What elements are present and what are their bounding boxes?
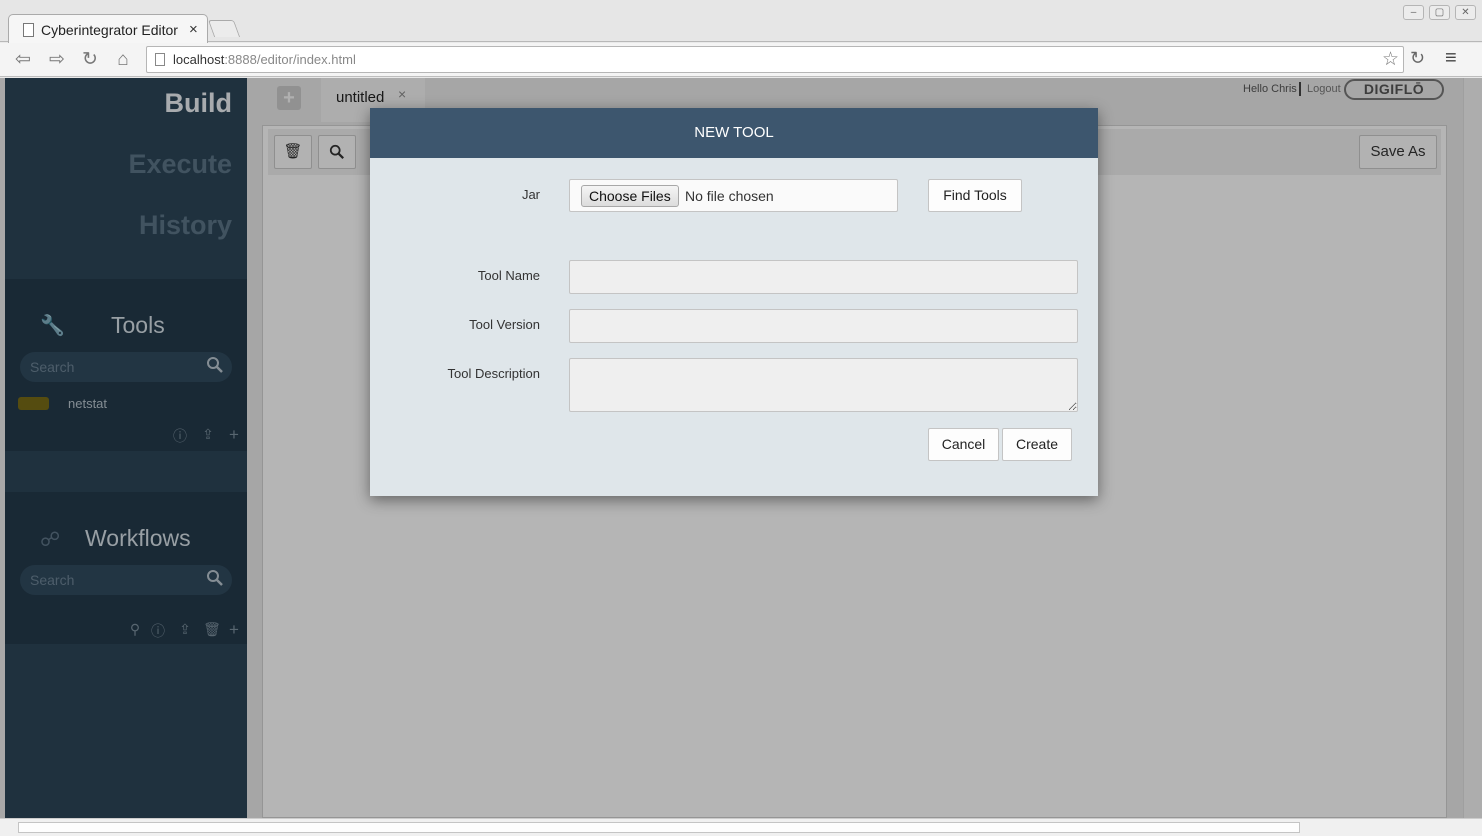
tool-description-label: Tool Description xyxy=(447,366,541,381)
horizontal-scrollbar[interactable] xyxy=(0,818,1482,836)
page-icon xyxy=(23,23,34,37)
address-bar[interactable]: localhost:8888/editor/index.html ☆ xyxy=(146,46,1404,73)
create-button[interactable]: Create xyxy=(1002,428,1072,461)
cancel-button[interactable]: Cancel xyxy=(928,428,999,461)
home-icon[interactable]: ⌂ xyxy=(110,48,136,72)
bookmark-star-icon[interactable]: ☆ xyxy=(1382,48,1399,71)
browser-tab-close-icon[interactable]: × xyxy=(189,21,198,38)
find-tools-button[interactable]: Find Tools xyxy=(928,179,1022,212)
back-icon[interactable]: ⇦ xyxy=(10,48,36,72)
reload-icon[interactable]: ↻ xyxy=(77,48,103,72)
new-tool-dialog: NEW TOOL Jar Choose Files No file chosen… xyxy=(370,108,1098,496)
window-close-icon[interactable]: ✕ xyxy=(1455,5,1476,20)
tool-name-field[interactable] xyxy=(569,260,1078,294)
tool-version-label: Tool Version xyxy=(469,317,540,332)
maximize-icon[interactable]: ▢ xyxy=(1429,5,1450,20)
extension-sync-icon[interactable]: ↻ xyxy=(1410,48,1425,69)
browser-tab[interactable]: Cyberintegrator Editor × xyxy=(8,14,208,43)
browser-tab-title: Cyberintegrator Editor xyxy=(41,22,178,38)
new-tab-button[interactable] xyxy=(207,20,241,37)
minimize-icon[interactable]: – xyxy=(1403,5,1424,20)
tool-version-field[interactable] xyxy=(569,309,1078,343)
tool-name-label: Tool Name xyxy=(477,268,540,283)
jar-file-input[interactable]: Choose Files No file chosen xyxy=(569,179,898,212)
page-info-icon[interactable] xyxy=(155,53,165,66)
file-status: No file chosen xyxy=(685,188,774,204)
dialog-title: NEW TOOL xyxy=(370,108,1098,158)
url-text[interactable]: localhost:8888/editor/index.html xyxy=(173,52,356,67)
browser-menu-icon[interactable]: ≡ xyxy=(1445,47,1457,70)
browser-toolbar: ⇦ ⇨ ↻ ⌂ localhost:8888/editor/index.html… xyxy=(0,43,1482,77)
jar-label: Jar xyxy=(521,187,540,202)
forward-icon[interactable]: ⇨ xyxy=(44,48,70,72)
scrollbar-thumb[interactable] xyxy=(18,822,1300,833)
choose-files-button[interactable]: Choose Files xyxy=(581,185,679,207)
tool-description-field[interactable] xyxy=(569,358,1078,412)
browser-titlebar: Cyberintegrator Editor × – ▢ ✕ xyxy=(0,0,1482,43)
